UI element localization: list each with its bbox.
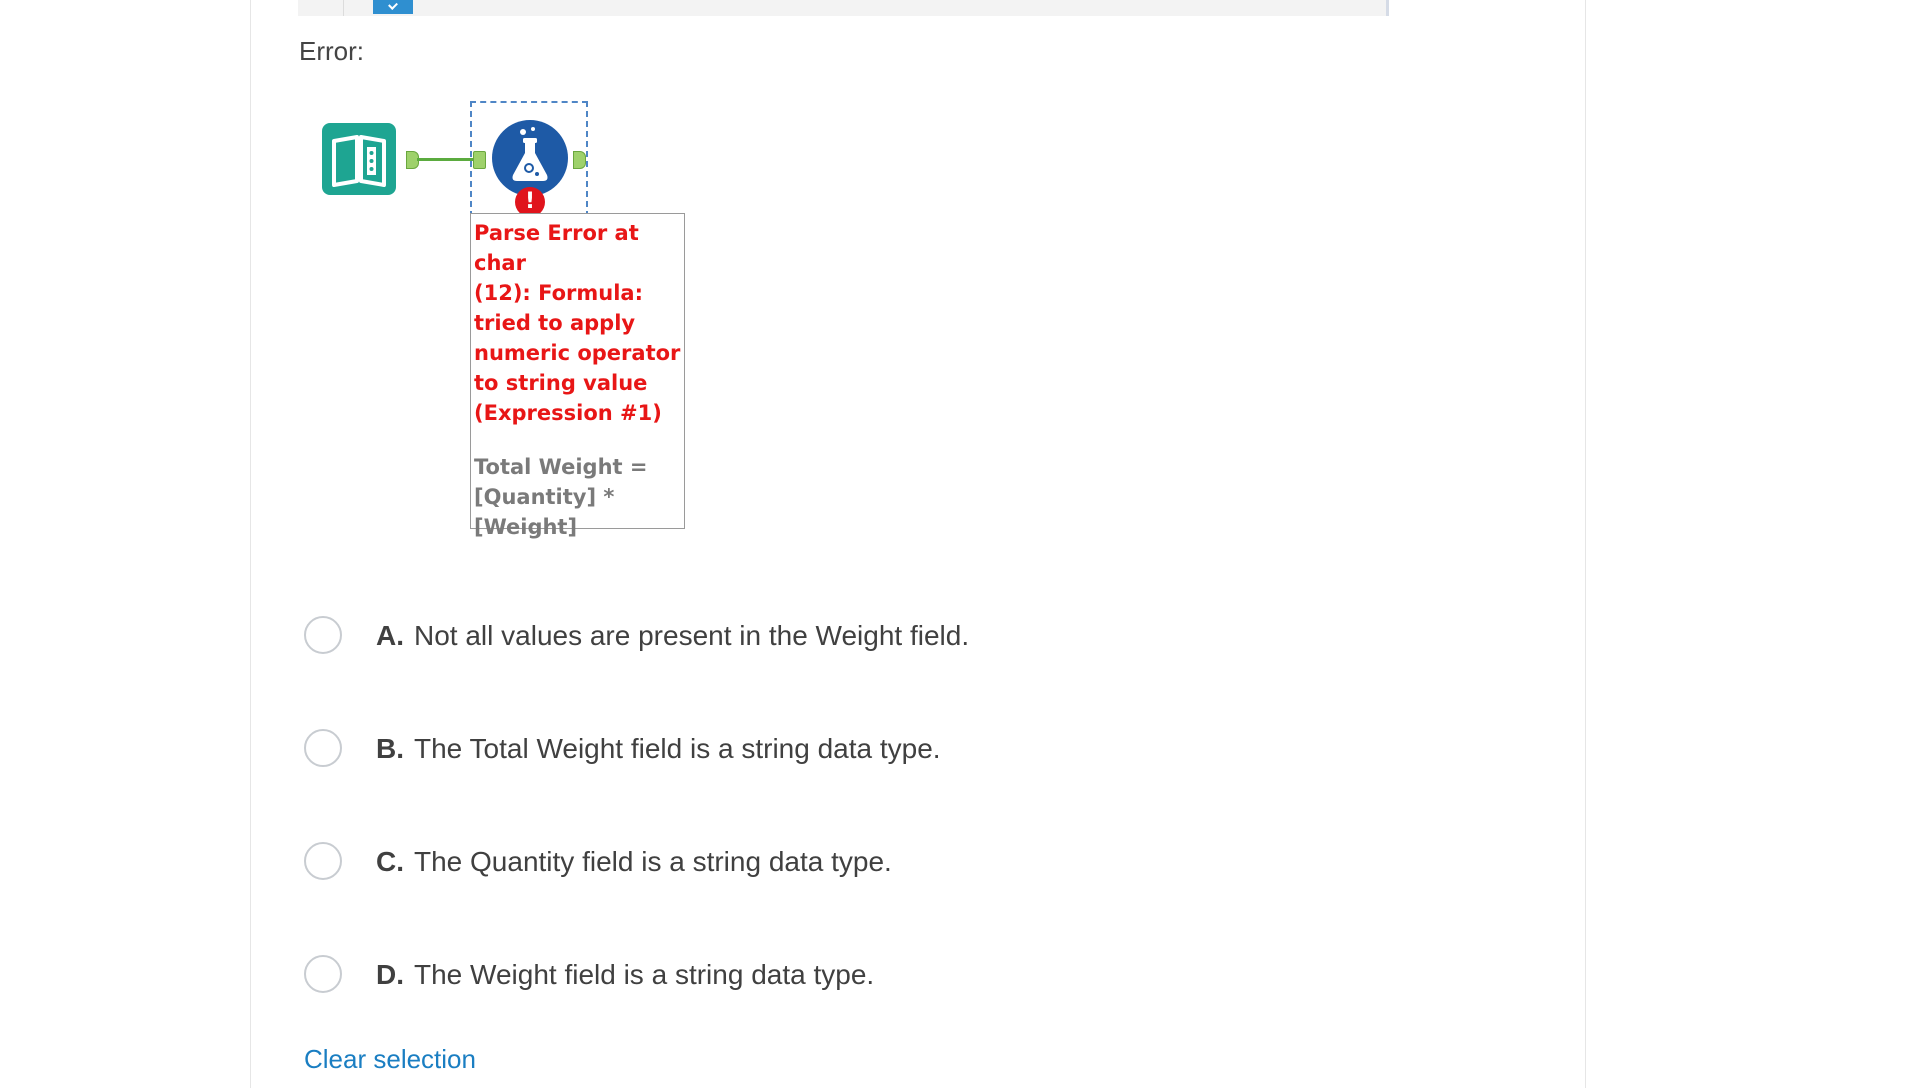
book-icon — [322, 123, 396, 195]
formula-expression: Total Weight = [Quantity] * [Weight] — [474, 455, 648, 539]
strip-divider — [343, 0, 344, 16]
output-anchor-icon — [573, 151, 586, 169]
flask-icon — [492, 120, 568, 196]
option-letter: B. — [376, 733, 404, 764]
clear-selection-link[interactable]: Clear selection — [304, 1044, 476, 1075]
connection-line — [417, 158, 473, 161]
option-text: D. The Weight field is a string data type… — [376, 959, 874, 991]
radio-button[interactable] — [304, 955, 342, 993]
error-label: Error: — [299, 36, 364, 66]
answer-option-c[interactable]: C. The Quantity field is a string data ty… — [304, 838, 1404, 888]
radio-button[interactable] — [304, 842, 342, 880]
error-tooltip: Parse Error at char (12): Formula: tried… — [470, 213, 685, 539]
option-letter: C. — [376, 846, 404, 877]
option-label: The Weight field is a string data type. — [414, 959, 875, 990]
option-text: A. Not all values are present in the Weig… — [376, 620, 969, 652]
answer-option-a[interactable]: A. Not all values are present in the Weig… — [304, 612, 1404, 662]
workflow-screenshot: ! Parse Error at char (12): Formula: tri… — [300, 95, 750, 545]
option-text: C. The Quantity field is a string data ty… — [376, 846, 892, 878]
radio-button[interactable] — [304, 729, 342, 767]
error-message: Parse Error at char (12): Formula: tried… — [474, 221, 681, 425]
answer-option-d[interactable]: D. The Weight field is a string data type… — [304, 951, 1404, 1001]
option-label: Not all values are present in the Weight… — [414, 620, 970, 651]
option-label: The Total Weight field is a string data … — [414, 733, 941, 764]
check-tab-icon — [373, 0, 413, 14]
option-letter: D. — [376, 959, 404, 990]
option-text: B. The Total Weight field is a string dat… — [376, 733, 941, 765]
answer-option-b[interactable]: B. The Total Weight field is a string dat… — [304, 725, 1404, 775]
previous-image-bottom-edge — [298, 0, 1389, 16]
radio-button[interactable] — [304, 616, 342, 654]
option-letter: A. — [376, 620, 404, 651]
option-label: The Quantity field is a string data type… — [414, 846, 892, 877]
